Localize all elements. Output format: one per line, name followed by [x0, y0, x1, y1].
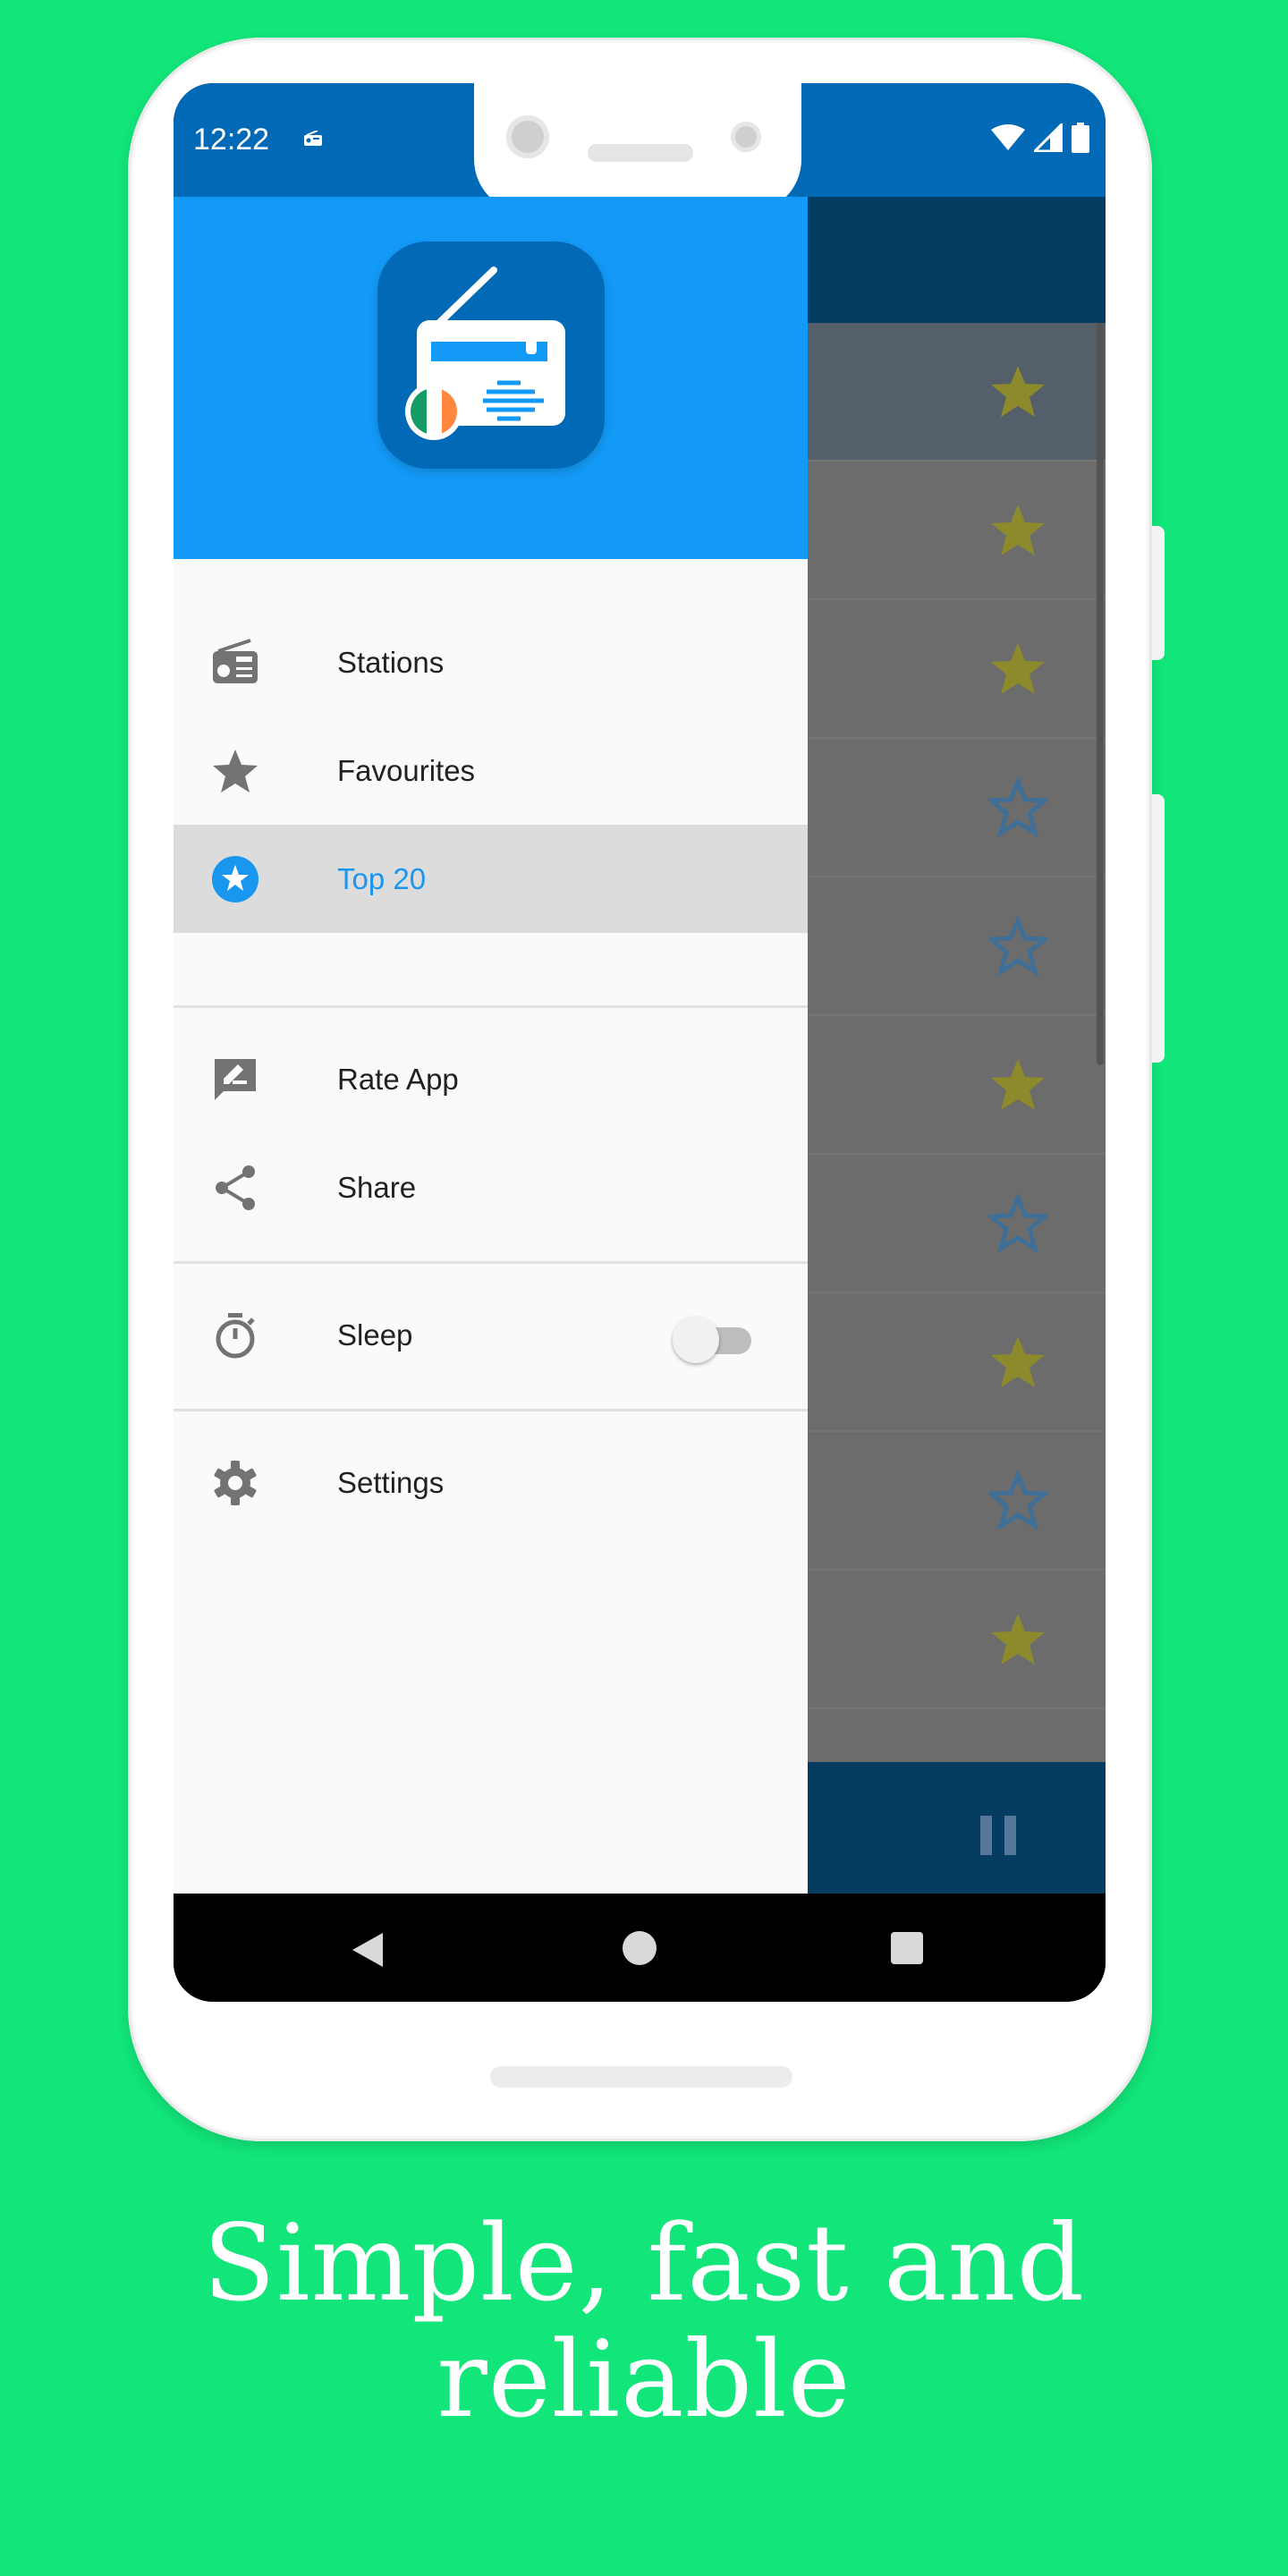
star-icon — [213, 750, 258, 792]
status-time: 12:22 — [193, 123, 270, 157]
phone-side-button — [1152, 794, 1165, 1063]
station-row[interactable] — [808, 1432, 1106, 1571]
drawer-header — [174, 197, 808, 559]
battery-icon — [1072, 123, 1089, 153]
drawer-divider — [174, 1005, 808, 1008]
system-navigation-bar — [174, 1894, 1106, 2002]
drawer-item-label: Rate App — [337, 1062, 459, 1096]
drawer-item-label: Settings — [337, 1465, 445, 1499]
app-logo — [377, 242, 605, 469]
app-content: Stations Favourites Top 20 Rate App Shar… — [174, 197, 1106, 1894]
back-icon[interactable] — [349, 1931, 385, 1969]
navigation-drawer: Stations Favourites Top 20 Rate App Shar… — [174, 197, 808, 1894]
drawer-divider — [174, 1261, 808, 1264]
gear-icon — [214, 1461, 257, 1505]
caption-line: reliable — [436, 2318, 852, 2441]
phone-home-pill — [490, 2066, 792, 2088]
star-filled-icon[interactable] — [988, 1055, 1047, 1114]
front-sensor — [731, 122, 761, 152]
wifi-icon — [991, 124, 1025, 150]
drawer-item-label: Top 20 — [337, 861, 427, 895]
station-row[interactable] — [808, 739, 1106, 877]
signal-icon — [1034, 123, 1063, 152]
station-row[interactable] — [808, 877, 1106, 1016]
star-outline-icon[interactable] — [988, 778, 1047, 837]
drawer-item-label: Sleep — [337, 1318, 413, 1352]
promo-caption: Simple, fast and reliable — [0, 2205, 1288, 2437]
drawer-item-top-20[interactable]: Top 20 — [174, 825, 808, 933]
radio-icon — [304, 131, 322, 146]
radio-logo-icon — [405, 267, 565, 440]
star-filled-icon[interactable] — [988, 362, 1047, 421]
drawer-item-label: Share — [337, 1170, 417, 1204]
drawer-item-stations[interactable]: Stations — [174, 608, 808, 716]
timer-icon — [216, 1313, 255, 1359]
star-outline-icon[interactable] — [988, 1194, 1047, 1253]
station-row[interactable] — [808, 1571, 1106, 1709]
star-filled-icon[interactable] — [988, 1610, 1047, 1669]
station-row[interactable] — [808, 1016, 1106, 1155]
drawer-item-settings[interactable]: Settings — [174, 1428, 808, 1537]
station-row[interactable] — [808, 600, 1106, 739]
pause-icon[interactable] — [979, 1816, 1018, 1855]
phone-side-button — [1152, 526, 1165, 660]
drawer-item-rate-app[interactable]: Rate App — [174, 1025, 808, 1133]
drawer-item-label: Stations — [337, 645, 445, 679]
status-icons — [991, 123, 1089, 153]
sleep-toggle[interactable] — [673, 1317, 753, 1363]
star-filled-icon[interactable] — [988, 640, 1047, 699]
drawer-item-favourites[interactable]: Favourites — [174, 716, 808, 825]
share-icon — [216, 1165, 255, 1210]
station-row[interactable] — [808, 1155, 1106, 1293]
rate-review-icon — [215, 1059, 256, 1100]
station-row[interactable] — [808, 1293, 1106, 1432]
star-circle-icon — [212, 856, 258, 902]
toggle-thumb — [673, 1317, 719, 1363]
drawer-item-sleep[interactable]: Sleep — [174, 1281, 808, 1389]
station-row[interactable] — [808, 462, 1106, 600]
radio-icon — [213, 639, 258, 683]
caption-line: Simple, fast and — [203, 2201, 1085, 2325]
drawer-item-label: Favourites — [337, 753, 476, 787]
home-icon[interactable] — [623, 1931, 657, 1965]
scrollbar[interactable] — [1097, 323, 1104, 1065]
drawer-divider — [174, 1409, 808, 1411]
star-filled-icon[interactable] — [988, 1333, 1047, 1392]
star-filled-icon[interactable] — [988, 501, 1047, 560]
drawer-item-share[interactable]: Share — [174, 1133, 808, 1241]
star-outline-icon[interactable] — [988, 917, 1047, 976]
recents-icon[interactable] — [891, 1932, 923, 1964]
phone-screen: 12:22 Stations Favourites Top 20 Rate Ap… — [174, 83, 1106, 2002]
earpiece-speaker — [588, 144, 693, 162]
station-row[interactable] — [808, 323, 1106, 462]
star-outline-icon[interactable] — [988, 1471, 1047, 1530]
front-camera — [506, 115, 549, 158]
